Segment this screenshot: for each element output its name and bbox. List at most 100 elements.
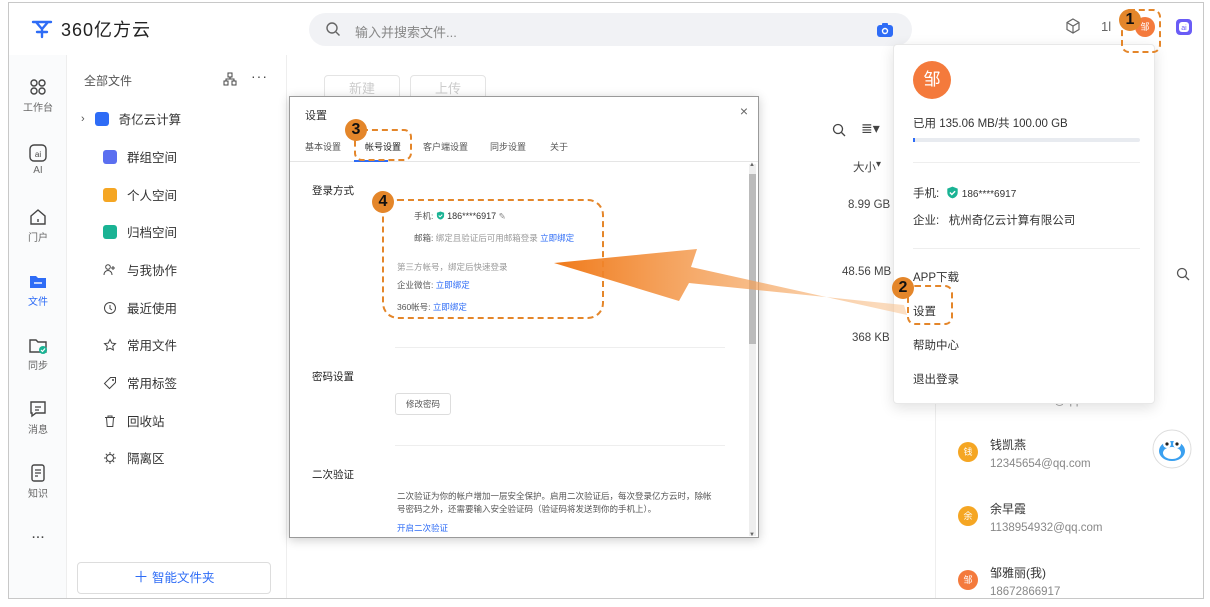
storage-progress: [913, 138, 1140, 142]
search-icon[interactable]: [1176, 267, 1190, 281]
tree-item-favorites[interactable]: 常用文件: [103, 335, 177, 354]
chevron-down-icon[interactable]: ▾: [876, 159, 881, 170]
tree-item-personal[interactable]: 个人空间: [103, 185, 177, 204]
nav-label: 工作台: [23, 103, 53, 114]
nav-files[interactable]: 文件: [9, 271, 67, 308]
scroll-up-icon[interactable]: ▲: [749, 162, 755, 168]
tab-client[interactable]: 客户端设置: [423, 140, 468, 153]
tree-item-label: 最近使用: [127, 302, 178, 316]
nav-label: 知识: [28, 489, 48, 500]
tree-item-label: 群组空间: [127, 151, 178, 165]
plus-icon: ＋: [133, 569, 149, 586]
annotation-number-3: 3: [345, 119, 367, 141]
smart-folder-button[interactable]: ＋ 智能文件夹: [77, 562, 271, 594]
clock-icon: [104, 301, 116, 314]
ai-app-icon[interactable]: ai: [1175, 18, 1193, 36]
tree-item-label: 个人空间: [127, 189, 178, 203]
contact-email: 12345654@qq.com: [990, 458, 1091, 470]
more-icon[interactable]: ...: [9, 525, 67, 543]
tree-item-label: 常用文件: [127, 339, 178, 353]
file-size: 8.99 GB: [848, 199, 891, 211]
change-password-button[interactable]: 修改密码: [395, 393, 451, 415]
user-menu: 邹 已用 135.06 MB/共 100.00 GB 手机: 186****69…: [893, 44, 1155, 404]
people-icon: [103, 263, 115, 275]
transfer-icon[interactable]: 1l: [1101, 19, 1111, 34]
tree-item-collab[interactable]: 与我协作: [103, 260, 177, 279]
phone-value: 186****6917: [961, 189, 1017, 200]
svg-text:ai: ai: [35, 150, 41, 159]
knowledge-icon: [31, 464, 45, 482]
annotation-number-4: 4: [372, 191, 394, 213]
ai-icon: ai: [29, 144, 47, 162]
menu-app-download[interactable]: APP下载: [913, 269, 959, 285]
left-nav: 工作台 ai AI 门户 文件 同步 消息 知识 ...: [9, 55, 67, 598]
login-method-heading: 登录方式: [312, 185, 354, 197]
nav-knowledge[interactable]: 知识: [9, 463, 67, 500]
chevron-right-icon: ›: [81, 112, 85, 125]
close-icon[interactable]: ×: [740, 103, 748, 119]
tree-item-label: 隔离区: [127, 452, 165, 466]
scroll-down-icon[interactable]: ▼: [749, 532, 755, 538]
company-label: 企业:: [913, 215, 940, 227]
list-view-icon[interactable]: ≣▾: [861, 120, 880, 137]
nav-portal[interactable]: 门户: [9, 207, 67, 244]
svg-text:ai: ai: [1181, 25, 1187, 32]
tab-about[interactable]: 关于: [550, 140, 568, 153]
search-input[interactable]: 输入并搜索文件...: [355, 22, 457, 41]
virus-icon: [104, 451, 116, 464]
tree-item-recent[interactable]: 最近使用: [103, 298, 177, 317]
folder-icon: [30, 276, 46, 288]
tree-item-tags[interactable]: 常用标签: [103, 373, 177, 392]
camera-icon[interactable]: [876, 22, 894, 38]
nav-workbench[interactable]: 工作台: [9, 77, 67, 114]
size-column-header[interactable]: 大小: [853, 159, 876, 175]
nav-messages[interactable]: 消息: [9, 399, 67, 436]
tree-item-company[interactable]: › 奇亿云计算: [81, 109, 181, 128]
contact-email: 1138954932@qq.com: [990, 522, 1103, 534]
annotation-box-2: [907, 285, 953, 325]
contact-name: 邹雅丽(我): [990, 566, 1046, 580]
logo-text: 360亿方云: [61, 20, 152, 40]
tree-item-trash[interactable]: 回收站: [103, 411, 165, 430]
search-bar[interactable]: 输入并搜索文件...: [309, 13, 912, 46]
password-heading: 密码设置: [312, 371, 354, 383]
tree-title: 全部文件: [84, 74, 133, 88]
star-icon: [103, 337, 117, 351]
home-icon: [30, 209, 46, 225]
menu-logout[interactable]: 退出登录: [913, 371, 959, 387]
tab-sync[interactable]: 同步设置: [490, 140, 526, 153]
menu-avatar: 邹: [913, 61, 951, 99]
smart-folder-label: 智能文件夹: [151, 571, 215, 585]
app-window: 360亿方云 输入并搜索文件... 1l 邹 ai 工作台 ai AI 门户 文…: [8, 2, 1204, 599]
tree-more-icon[interactable]: ···: [251, 68, 268, 84]
tree-item-label: 奇亿云计算: [118, 113, 182, 127]
divider: [913, 248, 1140, 249]
divider: [395, 445, 725, 446]
tree-item-archive[interactable]: 归档空间: [103, 222, 177, 241]
tree-item-quarantine[interactable]: 隔离区: [103, 448, 165, 467]
nav-ai[interactable]: ai AI: [9, 143, 67, 176]
tab-basic[interactable]: 基本设置: [305, 140, 341, 153]
nav-label: 门户: [28, 233, 48, 244]
phone-label: 手机:: [913, 188, 940, 200]
tag-icon: [103, 376, 116, 389]
menu-company-row: 企业: 杭州奇亿云计算有限公司: [913, 212, 1075, 228]
nav-label: 文件: [28, 297, 48, 308]
dialog-title: 设置: [305, 110, 327, 122]
org-chart-icon[interactable]: [223, 72, 237, 86]
cube-icon[interactable]: [1065, 17, 1081, 35]
menu-phone-row: 手机: 186****6917: [913, 185, 1016, 201]
logo-icon: [31, 20, 53, 39]
search-icon: [326, 22, 340, 36]
two-factor-desc: 二次验证为你的帐户增加一层安全保护。启用二次验证后，每次登录亿方云时，除帐: [397, 491, 712, 501]
nav-sync[interactable]: 同步: [9, 335, 67, 372]
dialog-scrollbar[interactable]: ▲ ▼: [749, 162, 756, 538]
enable-two-factor-link[interactable]: 开启二次验证: [397, 522, 448, 534]
menu-help[interactable]: 帮助中心: [913, 337, 959, 353]
tree-item-label: 与我协作: [127, 264, 178, 278]
annotation-arrow: [554, 249, 907, 315]
search-icon[interactable]: [832, 123, 846, 137]
assistant-mascot-icon[interactable]: [1152, 429, 1192, 469]
tree-item-group[interactable]: 群组空间: [103, 147, 177, 166]
contact-avatar: 余: [958, 506, 978, 526]
